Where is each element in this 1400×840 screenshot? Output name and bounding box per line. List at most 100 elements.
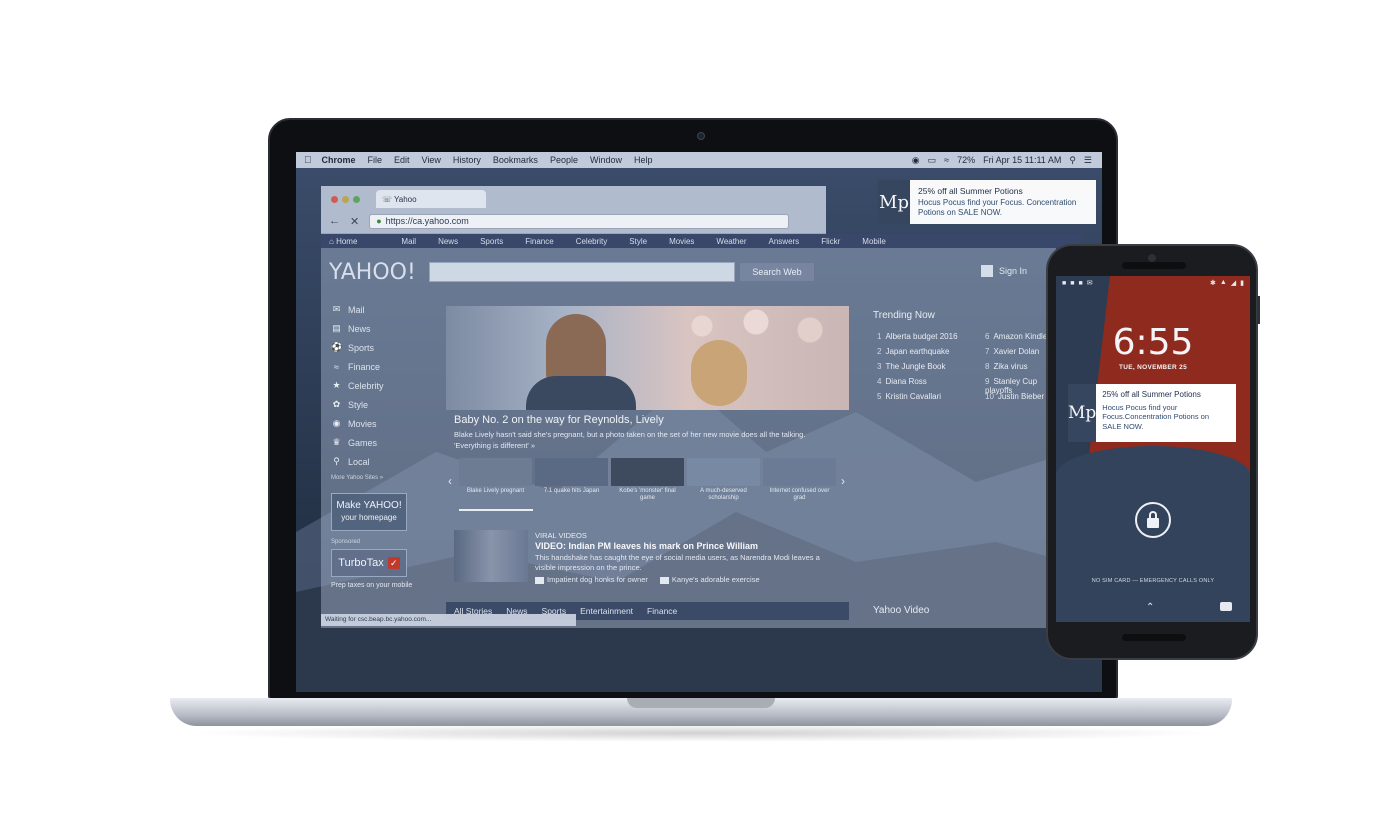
- menu-item-chrome[interactable]: Chrome: [322, 155, 356, 165]
- thumbs-next-icon[interactable]: ›: [841, 474, 845, 488]
- back-arrow-icon[interactable]: ←: [329, 215, 340, 227]
- laptop-camera: [697, 132, 705, 140]
- make-homepage-button[interactable]: Make YAHOO! your homepage: [331, 493, 407, 531]
- trending-item[interactable]: 4 Diana Ross: [877, 377, 958, 392]
- nav-answers[interactable]: Answers: [769, 237, 800, 246]
- menu-item-bookmarks[interactable]: Bookmarks: [493, 155, 538, 165]
- thumbnail-item[interactable]: Blake Lively pregnant: [459, 458, 532, 506]
- menu-item-window[interactable]: Window: [590, 155, 622, 165]
- close-window-button[interactable]: [331, 196, 338, 203]
- notification-body: 25% off all Summer Potions Hocus Pocus f…: [1096, 384, 1236, 442]
- tab-entertainment[interactable]: Entertainment: [580, 606, 633, 616]
- turbotax-label: TurboTax: [338, 557, 384, 569]
- menu-item-file[interactable]: File: [368, 155, 383, 165]
- nav-weather[interactable]: Weather: [716, 237, 746, 246]
- menu-item-edit[interactable]: Edit: [394, 155, 410, 165]
- play-icon: [659, 576, 669, 584]
- sidebar-item-mail[interactable]: ✉ Mail: [331, 300, 421, 319]
- menu-item-history[interactable]: History: [453, 155, 481, 165]
- sidebar-item-label: Sports: [348, 342, 375, 353]
- wifi-icon[interactable]: ≈: [944, 155, 949, 165]
- thumbnail-item[interactable]: Kobe's 'monster' final game: [611, 458, 684, 506]
- sidebar-item-style[interactable]: ✿ Style: [331, 395, 421, 414]
- viral-video-image[interactable]: [454, 530, 528, 582]
- menu-item-people[interactable]: People: [550, 155, 578, 165]
- desktop-push-notification[interactable]: Mp 25% off all Summer Potions Hocus Pocu…: [878, 180, 1096, 224]
- thumbnail-item[interactable]: 7.1 quake hits Japan: [535, 458, 608, 506]
- camera-icon[interactable]: [1220, 602, 1232, 611]
- battery-percent[interactable]: 72%: [957, 155, 975, 165]
- hero-headline[interactable]: Baby No. 2 on the way for Reynolds, Live…: [454, 414, 664, 426]
- thumbs-prev-icon[interactable]: ‹: [448, 474, 452, 488]
- more-yahoo-sites-link[interactable]: More Yahoo Sites »: [331, 475, 421, 481]
- nav-flickr[interactable]: Flickr: [821, 237, 840, 246]
- airplay-icon[interactable]: ▭: [928, 155, 937, 166]
- star-icon: ★: [332, 380, 341, 390]
- thumbnail-item[interactable]: Internet confused over grad: [763, 458, 836, 506]
- address-bar[interactable]: ● https://ca.yahoo.com: [369, 213, 790, 229]
- nav-celebrity[interactable]: Celebrity: [576, 237, 608, 246]
- unlock-button[interactable]: [1135, 502, 1171, 538]
- sign-in-link[interactable]: Sign In: [981, 265, 1027, 277]
- yahoo-sidebar: ✉ Mail ▤ News ⚽ Sports ≈ Finance ★ Celebrity …: [331, 300, 421, 590]
- stop-loading-icon[interactable]: ✕: [350, 215, 359, 228]
- nav-news[interactable]: News: [438, 237, 458, 246]
- apple-icon[interactable]: : [304, 155, 312, 166]
- chevron-up-icon[interactable]: ⌃: [1146, 602, 1154, 613]
- hero-person-body: [526, 376, 636, 410]
- sidebar-item-label: Mail: [348, 304, 365, 315]
- battery-icon: ▮: [1240, 280, 1244, 287]
- clock-text[interactable]: Fri Apr 15 11:11 AM: [983, 155, 1061, 165]
- hero-person-head-2: [691, 340, 747, 406]
- search-icon[interactable]: ⚲: [1069, 155, 1076, 166]
- trending-item[interactable]: 5 Kristin Cavallari: [877, 392, 958, 407]
- thumbnail-item[interactable]: A much-deserved scholarship: [687, 458, 760, 506]
- menu-item-help[interactable]: Help: [634, 155, 653, 165]
- yahoo-logo[interactable]: YAHOO!: [329, 260, 416, 285]
- sign-in-label: Sign In: [999, 266, 1028, 276]
- style-icon: ✿: [332, 399, 341, 409]
- turbotax-ad[interactable]: TurboTax ✓: [331, 549, 407, 577]
- browser-tab[interactable]: ☏ Yahoo: [376, 190, 486, 208]
- nav-style[interactable]: Style: [629, 237, 647, 246]
- sidebar-item-games[interactable]: ♛ Games: [331, 433, 421, 452]
- sidebar-item-label: Style: [348, 399, 369, 410]
- notification-center-icon[interactable]: ☰: [1084, 155, 1092, 166]
- thumbnail-caption: 7.1 quake hits Japan: [543, 488, 600, 494]
- macos-menubar:  Chrome File Edit View History Bookmark…: [296, 152, 1102, 168]
- sidebar-item-movies[interactable]: ◉ Movies: [331, 414, 421, 433]
- nav-mail[interactable]: Mail: [401, 237, 416, 246]
- nav-finance[interactable]: Finance: [525, 237, 553, 246]
- nav-home[interactable]: ⌂ Home: [329, 237, 379, 246]
- nav-movies[interactable]: Movies: [669, 237, 694, 246]
- sidebar-item-label: Celebrity: [348, 380, 384, 391]
- sidebar-item-sports[interactable]: ⚽ Sports: [331, 338, 421, 357]
- video-link[interactable]: Impatient dog honks for owner: [535, 575, 648, 584]
- pin-icon: ⚲: [333, 456, 340, 466]
- prep-taxes-text[interactable]: Prep taxes on your mobile: [331, 581, 421, 590]
- hero-image[interactable]: [446, 306, 849, 410]
- phone-front-camera: [1148, 254, 1156, 262]
- nav-sports[interactable]: Sports: [480, 237, 503, 246]
- search-web-button[interactable]: Search Web: [739, 262, 815, 282]
- sidebar-item-celebrity[interactable]: ★ Celebrity: [331, 376, 421, 395]
- sidebar-item-local[interactable]: ⚲ Local: [331, 452, 421, 471]
- trending-item[interactable]: 3 The Jungle Book: [877, 362, 958, 377]
- phone-push-notification[interactable]: Mp 25% off all Summer Potions Hocus Pocu…: [1068, 384, 1236, 442]
- sports-icon: ⚽: [331, 342, 343, 352]
- nav-mobile[interactable]: Mobile: [862, 237, 886, 246]
- zoom-window-button[interactable]: [353, 196, 360, 203]
- trending-item[interactable]: 1 Alberta budget 2016: [877, 332, 958, 347]
- minimize-window-button[interactable]: [342, 196, 349, 203]
- messages-icon[interactable]: ◉: [912, 155, 920, 166]
- search-input[interactable]: [429, 262, 735, 282]
- viral-video-headline[interactable]: VIDEO: Indian PM leaves his mark on Prin…: [535, 541, 758, 551]
- trending-item[interactable]: 2 Japan earthquake: [877, 347, 958, 362]
- tab-finance[interactable]: Finance: [647, 606, 677, 616]
- viral-video-links: Impatient dog honks for owner Kanye's ad…: [535, 575, 760, 584]
- menu-item-view[interactable]: View: [422, 155, 441, 165]
- sidebar-item-finance[interactable]: ≈ Finance: [331, 357, 421, 376]
- thumbnail-image: [459, 458, 532, 486]
- video-link[interactable]: Kanye's adorable exercise: [659, 575, 760, 584]
- sidebar-item-news[interactable]: ▤ News: [331, 319, 421, 338]
